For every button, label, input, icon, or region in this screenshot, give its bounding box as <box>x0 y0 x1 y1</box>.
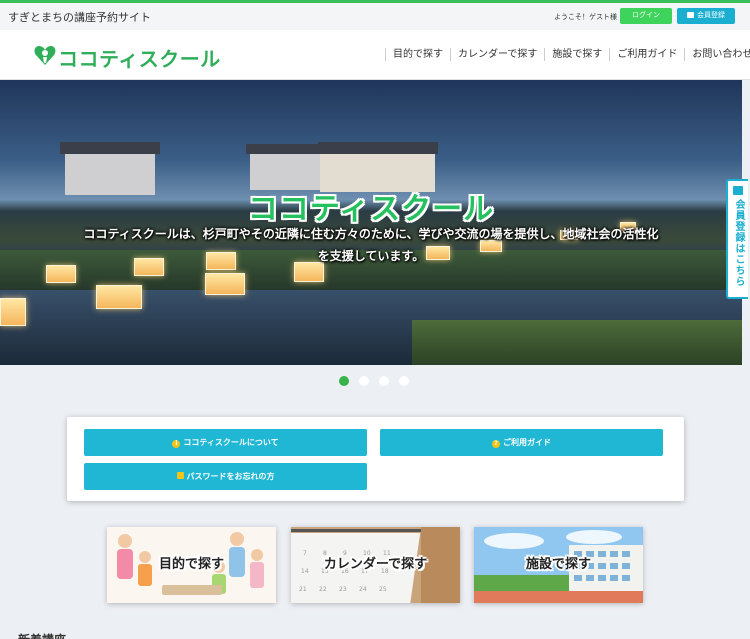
svg-text:22: 22 <box>319 586 327 593</box>
nav-item-purpose[interactable]: 目的で探す <box>385 48 450 61</box>
side-tab-label: 会員登録はこちら <box>733 199 744 287</box>
new-courses-heading: 新着講座 <box>18 631 66 639</box>
guide-button-label: ご利用ガイド <box>503 438 551 447</box>
category-calendar-label: カレンダーで探す <box>323 557 428 572</box>
id-card-icon <box>733 186 743 195</box>
about-button[interactable]: i ココティスクールについて <box>84 429 367 456</box>
main-nav: 目的で探す カレンダーで探す 施設で探す ご利用ガイド お問い合わせ <box>385 48 750 61</box>
hero-lantern <box>96 285 142 309</box>
hero-subtitle: ココティスクールは、杉戸町やその近隣に住む方々のために、学びや交流の場を提供し、… <box>0 223 742 267</box>
hero-lantern <box>205 273 245 295</box>
forgot-password-button[interactable]: パスワードをお忘れの方 <box>84 463 367 490</box>
welcome-text: ようこそ！ゲスト様 <box>554 13 617 21</box>
site-title[interactable]: すぎとまちの講座予約サイト <box>8 9 151 25</box>
hero-grass <box>412 320 742 365</box>
hero-roof <box>318 142 438 154</box>
register-button-label: 会員登録 <box>697 12 725 19</box>
info-icon: i <box>172 440 181 448</box>
hero-lantern <box>0 298 26 326</box>
nav-item-contact[interactable]: お問い合わせ <box>684 48 750 61</box>
register-side-tab[interactable]: 会員登録はこちら <box>726 179 748 299</box>
hero-slider[interactable]: ココティスクール ココティスクールは、杉戸町やその近隣に住む方々のために、学びや… <box>0 80 742 365</box>
hero-subtitle-line: を支援しています。 <box>317 249 425 263</box>
question-icon: ? <box>492 440 500 448</box>
forgot-password-label: パスワードをお忘れの方 <box>186 472 275 481</box>
hero-subtitle-line: ココティスクールは、杉戸町やその近隣に住む方々のために、学びや交流の場を提供し、… <box>83 227 659 241</box>
slider-dot-3[interactable] <box>379 376 389 386</box>
hero-roof <box>246 144 324 154</box>
category-calendar-card[interactable]: 7 8 9 10 11 14 15 16 17 18 21 22 23 24 25 カレンダーで探す <box>291 527 460 603</box>
hero-lantern <box>46 265 76 283</box>
nav-item-guide[interactable]: ご利用ガイド <box>609 48 684 61</box>
logo-heart-icon[interactable] <box>33 43 57 67</box>
lock-icon <box>176 472 184 479</box>
info-panel: i ココティスクールについて ? ご利用ガイド パスワードをお忘れの方 <box>67 417 684 501</box>
slider-dot-2[interactable] <box>359 376 369 386</box>
category-purpose-label: 目的で探す <box>158 557 224 572</box>
hero-roof <box>60 142 160 154</box>
slider-dots <box>339 376 409 386</box>
about-button-label: ココティスクールについて <box>183 438 279 447</box>
category-facility-card[interactable]: 施設で探す <box>474 527 643 603</box>
top-bar: すぎとまちの講座予約サイト ようこそ！ゲスト様 ログイン 会員登録 <box>0 0 750 30</box>
hero-title: ココティスクール <box>247 192 495 227</box>
svg-text:23: 23 <box>339 586 347 593</box>
category-facility-label: 施設で探す <box>525 557 591 572</box>
svg-text:21: 21 <box>299 586 307 593</box>
slider-dot-4[interactable] <box>399 376 409 386</box>
guide-button[interactable]: ? ご利用ガイド <box>380 429 663 456</box>
login-button[interactable]: ログイン <box>620 8 672 24</box>
logo-text[interactable]: ココティスクール <box>58 43 221 72</box>
id-card-icon <box>687 11 694 18</box>
nav-item-calendar[interactable]: カレンダーで探す <box>450 48 544 61</box>
category-purpose-card[interactable]: 目的で探す <box>107 527 276 603</box>
register-button[interactable]: 会員登録 <box>677 8 735 24</box>
header: ココティスクール 目的で探す カレンダーで探す 施設で探す ご利用ガイド お問い… <box>0 30 750 80</box>
nav-item-facility[interactable]: 施設で探す <box>544 48 609 61</box>
slider-dot-1[interactable] <box>339 376 349 386</box>
svg-text:24: 24 <box>359 586 367 593</box>
svg-text:25: 25 <box>379 586 387 593</box>
